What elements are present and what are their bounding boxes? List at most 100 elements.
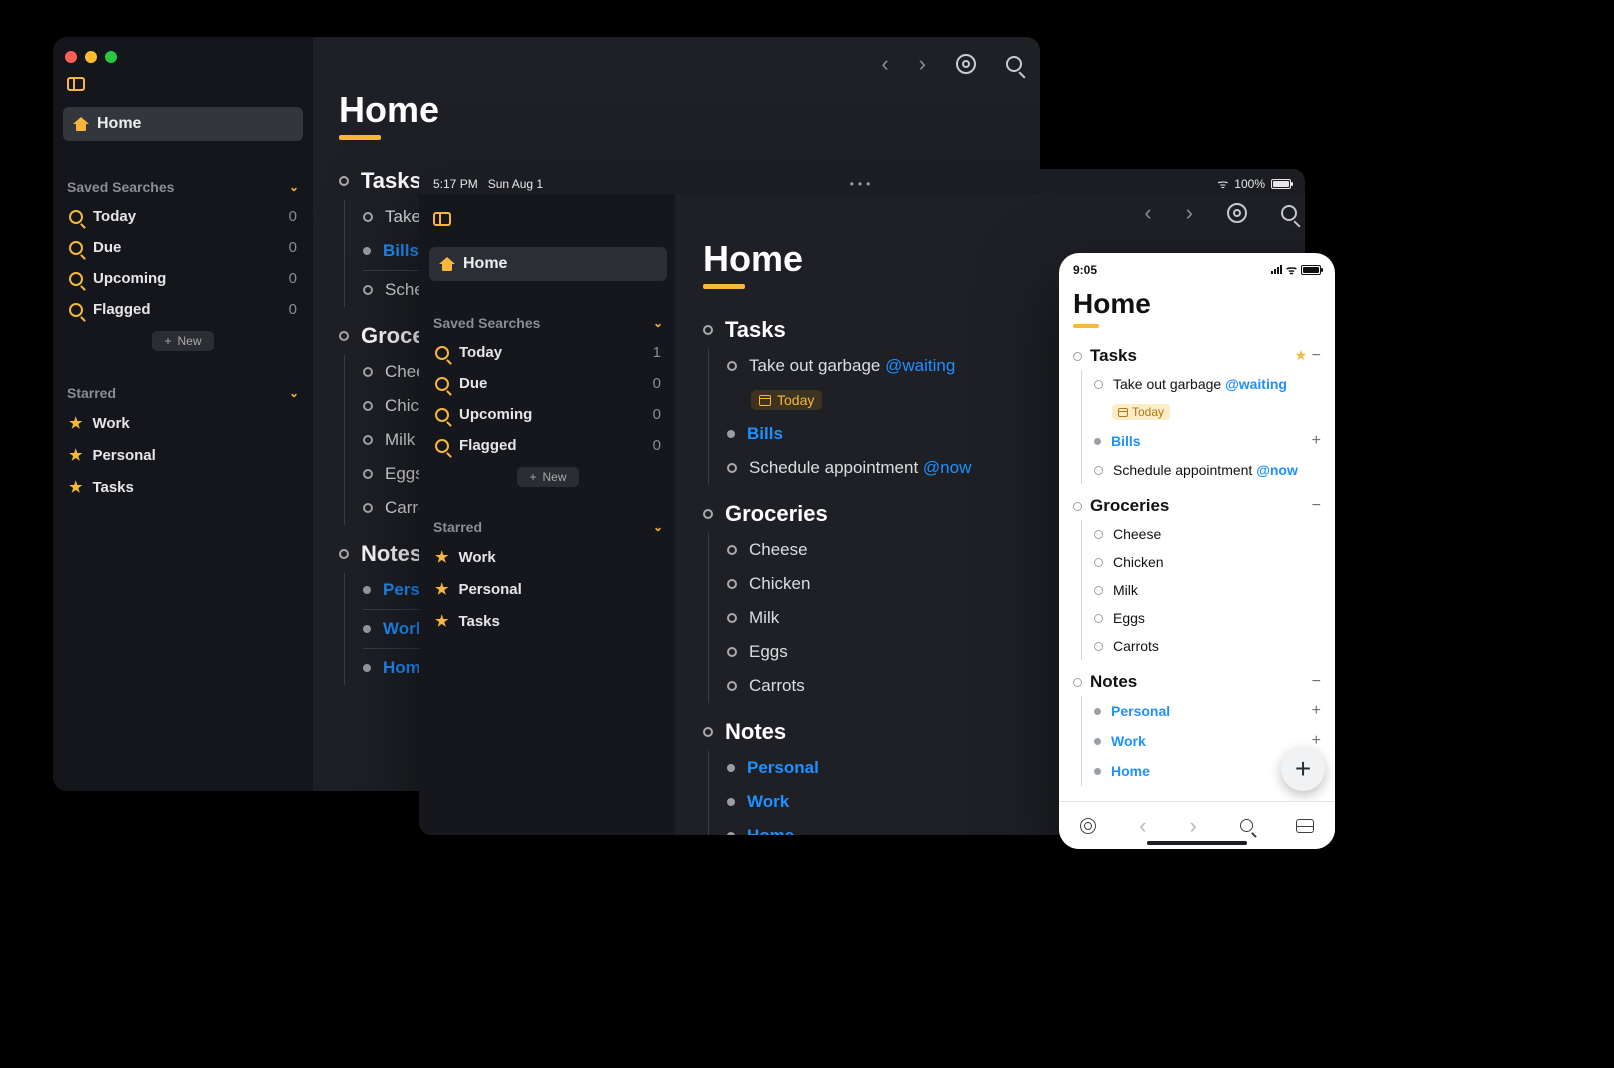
list-item[interactable]: Chicken bbox=[1082, 548, 1321, 576]
collapse-bullet-icon bbox=[339, 331, 349, 341]
collapse-icon[interactable]: − bbox=[1312, 497, 1321, 515]
status-time: 5:17 PM bbox=[433, 177, 478, 191]
home-indicator bbox=[1147, 841, 1247, 845]
nav-back-icon[interactable]: ‹ bbox=[881, 51, 888, 77]
ipad-toolbar: ‹ › bbox=[1144, 200, 1297, 226]
multitask-dots-icon[interactable]: ••• bbox=[850, 177, 875, 191]
new-saved-search-button[interactable]: + New bbox=[152, 331, 213, 351]
group-tasks[interactable]: Tasks ★ − bbox=[1059, 342, 1335, 370]
saved-upcoming[interactable]: Upcoming 0 bbox=[63, 263, 303, 294]
saved-flagged[interactable]: Flagged 0 bbox=[63, 294, 303, 325]
search-icon bbox=[435, 408, 449, 422]
close-dot[interactable] bbox=[65, 51, 77, 63]
add-icon[interactable]: + bbox=[1312, 702, 1321, 720]
saved-today[interactable]: Today 0 bbox=[63, 201, 303, 232]
search-icon bbox=[69, 241, 83, 255]
collapse-icon[interactable]: − bbox=[1312, 673, 1321, 691]
tag-waiting[interactable]: @waiting bbox=[885, 356, 955, 375]
tag-now[interactable]: @now bbox=[1256, 462, 1298, 478]
list-item[interactable]: Milk bbox=[1082, 576, 1321, 604]
minimize-dot[interactable] bbox=[85, 51, 97, 63]
collapse-icon[interactable]: − bbox=[1312, 347, 1321, 364]
add-icon[interactable]: + bbox=[1312, 432, 1321, 450]
title-accent bbox=[1073, 324, 1099, 328]
star-icon[interactable]: ★ bbox=[1295, 347, 1308, 363]
collapse-bullet-icon bbox=[339, 549, 349, 559]
search-icon[interactable] bbox=[1240, 819, 1253, 832]
collapse-bullet-icon bbox=[1073, 678, 1082, 687]
saved-upcoming[interactable]: Upcoming 0 bbox=[429, 399, 667, 430]
star-icon: ★ bbox=[69, 478, 82, 496]
tag-now[interactable]: @now bbox=[923, 458, 971, 477]
battery-icon bbox=[1271, 179, 1291, 189]
task-today-chip[interactable]: Today bbox=[1082, 398, 1321, 426]
bullet-icon bbox=[727, 613, 737, 623]
saved-searches-head[interactable]: Saved Searches ⌄ bbox=[63, 171, 303, 201]
starred-tasks[interactable]: ★Tasks bbox=[429, 605, 667, 637]
chevron-down-icon: ⌄ bbox=[653, 520, 663, 534]
starred-head[interactable]: Starred ⌄ bbox=[63, 377, 303, 407]
task-garbage[interactable]: Take out garbage @waiting bbox=[1082, 370, 1321, 398]
star-icon: ★ bbox=[435, 548, 448, 566]
starred-work[interactable]: ★Work bbox=[429, 541, 667, 573]
saved-searches-head[interactable]: Saved Searches ⌄ bbox=[429, 307, 667, 337]
star-icon: ★ bbox=[69, 414, 82, 432]
add-fab-button[interactable]: + bbox=[1281, 747, 1325, 791]
search-icon bbox=[435, 377, 449, 391]
starred-tasks[interactable]: ★Tasks bbox=[63, 471, 303, 503]
bullet-icon bbox=[727, 430, 735, 438]
sidebar-home-label: Home bbox=[463, 255, 507, 273]
search-icon bbox=[435, 346, 449, 360]
settings-icon[interactable] bbox=[1227, 203, 1247, 223]
chevron-down-icon: ⌄ bbox=[289, 386, 299, 400]
list-item[interactable]: Cheese bbox=[1082, 520, 1321, 548]
starred-personal[interactable]: ★Personal bbox=[429, 573, 667, 605]
nav-forward-icon[interactable]: › bbox=[1189, 813, 1196, 839]
list-item[interactable]: Work+ bbox=[1082, 726, 1321, 756]
list-item[interactable]: Carrots bbox=[1082, 632, 1321, 660]
task-bills[interactable]: Bills + bbox=[1082, 426, 1321, 456]
tag-waiting[interactable]: @waiting bbox=[1225, 376, 1287, 392]
sidebar-toggle-icon[interactable] bbox=[67, 77, 85, 91]
starred-work[interactable]: ★Work bbox=[63, 407, 303, 439]
list-item[interactable]: Personal+ bbox=[1082, 696, 1321, 726]
settings-icon[interactable] bbox=[956, 54, 976, 74]
search-icon[interactable] bbox=[1006, 56, 1022, 72]
bullet-icon bbox=[363, 247, 371, 255]
zoom-dot[interactable] bbox=[105, 51, 117, 63]
nav-forward-icon[interactable]: › bbox=[919, 51, 926, 77]
sidebar-toggle-icon[interactable] bbox=[433, 212, 451, 226]
group-groceries[interactable]: Groceries − bbox=[1059, 492, 1335, 520]
status-time: 9:05 bbox=[1073, 263, 1097, 277]
starred-head[interactable]: Starred ⌄ bbox=[429, 511, 667, 541]
calendar-icon bbox=[1118, 408, 1128, 417]
sidebar-home[interactable]: Home bbox=[429, 247, 667, 281]
saved-due[interactable]: Due 0 bbox=[63, 232, 303, 263]
title-accent bbox=[703, 284, 745, 289]
sidebar-home[interactable]: Home bbox=[63, 107, 303, 141]
nav-back-icon[interactable]: ‹ bbox=[1144, 200, 1151, 226]
iphone-window: 9:05 ᯤ Home Tasks ★ − Take out garbage @… bbox=[1059, 253, 1335, 849]
title-accent bbox=[339, 135, 381, 140]
bullet-icon bbox=[363, 469, 373, 479]
list-item[interactable]: Eggs bbox=[1082, 604, 1321, 632]
search-icon[interactable] bbox=[1281, 205, 1297, 221]
saved-flagged[interactable]: Flagged 0 bbox=[429, 430, 667, 461]
starred-personal[interactable]: ★Personal bbox=[63, 439, 303, 471]
bullet-icon bbox=[727, 545, 737, 555]
nav-back-icon[interactable]: ‹ bbox=[1139, 813, 1146, 839]
new-saved-search-button[interactable]: + New bbox=[517, 467, 578, 487]
task-schedule[interactable]: Schedule appointment @now bbox=[1082, 456, 1321, 484]
bullet-icon bbox=[727, 764, 735, 772]
settings-icon[interactable] bbox=[1080, 818, 1096, 834]
battery-pct: 100% bbox=[1234, 177, 1265, 191]
group-notes[interactable]: Notes − bbox=[1059, 668, 1335, 696]
collapse-bullet-icon bbox=[339, 176, 349, 186]
nav-forward-icon[interactable]: › bbox=[1186, 200, 1193, 226]
bullet-icon bbox=[363, 401, 373, 411]
view-toggle-icon[interactable] bbox=[1296, 819, 1314, 833]
saved-due[interactable]: Due 0 bbox=[429, 368, 667, 399]
saved-today[interactable]: Today 1 bbox=[429, 337, 667, 368]
add-icon[interactable]: + bbox=[1312, 732, 1321, 750]
bullet-icon bbox=[1094, 738, 1101, 745]
